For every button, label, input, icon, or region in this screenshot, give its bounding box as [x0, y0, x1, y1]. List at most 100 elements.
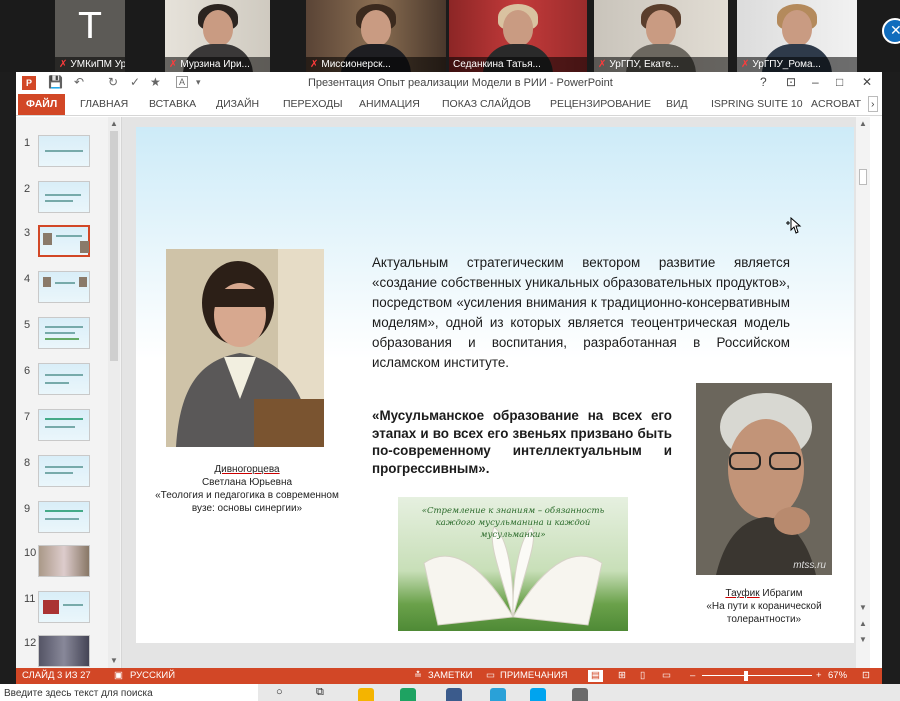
comments-icon[interactable]: ▭: [486, 668, 495, 684]
notes-button[interactable]: ЗАМЕТКИ: [428, 668, 473, 684]
save-icon[interactable]: 💾: [48, 75, 63, 89]
language-indicator[interactable]: РУССКИЙ: [130, 668, 175, 684]
tab-animation[interactable]: АНИМАЦИЯ: [359, 94, 420, 115]
participant-name: Седанкина Татья...: [453, 59, 541, 70]
slide-scrollbar[interactable]: ▲ ▼ ▲ ▼: [856, 117, 870, 668]
participant-name: УрГПУ, Екате...: [609, 59, 680, 70]
zoom-in-button[interactable]: +: [816, 668, 822, 684]
tab-file[interactable]: ФАЙЛ: [18, 94, 66, 115]
scroll-down-icon[interactable]: ▼: [859, 603, 867, 612]
fit-slide-icon[interactable]: ⊡: [862, 668, 870, 684]
slide-thumbnails: 1 2 3 4 5 6 7 8 9 10 11 12 ▲ ▼: [16, 117, 122, 668]
thumbnails-scrollbar[interactable]: ▲ ▼: [108, 117, 120, 668]
scrollbar-thumb[interactable]: [859, 169, 867, 185]
video-strip: T ✗УМКиПМ УрГ... ✗Мурзина Ири... ✗Миссио…: [0, 0, 900, 72]
telegram-icon[interactable]: [490, 688, 506, 701]
participant-tile-6[interactable]: ✗ УрГПУ_Рома...: [737, 0, 857, 72]
thumbnail-slide-6[interactable]: 6: [16, 363, 116, 403]
thumbnail-slide-9[interactable]: 9: [16, 501, 116, 541]
powerpoint-window: P 💾 ↶ ↻ ✓ ★ A ▾ Презентация Опыт реализа…: [16, 72, 882, 684]
customize-toolbar-icon[interactable]: ▾: [196, 77, 201, 88]
scroll-down-icon[interactable]: ▼: [110, 656, 118, 665]
thumbnail-slide-3[interactable]: 3: [16, 225, 116, 265]
left-caption-name: Светлана Юрьевна: [201, 477, 293, 488]
tab-slideshow[interactable]: ПОКАЗ СЛАЙДОВ: [442, 94, 531, 115]
current-slide[interactable]: Дивногорцева Светлана Юрьевна «Теология …: [136, 127, 854, 643]
thumbnail-slide-10[interactable]: 10: [16, 545, 116, 585]
thumbnail-slide-2[interactable]: 2: [16, 181, 116, 221]
scroll-up-icon[interactable]: ▲: [110, 119, 118, 128]
thumbnail-slide-4[interactable]: 4: [16, 271, 116, 311]
maximize-icon[interactable]: □: [836, 75, 843, 89]
thumbnail-slide-12[interactable]: 12: [16, 635, 116, 668]
reading-view-icon[interactable]: ▯: [640, 668, 645, 684]
tab-acrobat[interactable]: ACROBAT: [811, 94, 861, 115]
mic-off-icon: ✗: [598, 59, 607, 70]
participant-avatar: T: [79, 6, 101, 47]
tab-insert[interactable]: ВСТАВКА: [149, 94, 196, 115]
tab-home[interactable]: ГЛАВНАЯ: [80, 94, 128, 115]
slide-editor: Дивногорцева Светлана Юрьевна «Теология …: [122, 117, 870, 668]
notes-icon[interactable]: ≛: [414, 668, 422, 684]
zoom-slider-handle[interactable]: [744, 671, 748, 681]
participant-face: [646, 10, 676, 46]
tab-ispring[interactable]: ISPRING SUITE 10: [711, 94, 803, 115]
ribbon-display-icon[interactable]: ⊡: [786, 75, 796, 89]
tab-transitions[interactable]: ПЕРЕХОДЫ: [283, 94, 343, 115]
normal-view-icon[interactable]: ▤: [588, 670, 603, 682]
quote-paragraph: «Мусульманское образование на всех его э…: [372, 408, 672, 476]
participant-tile-3[interactable]: ✗ Миссионерск...: [306, 0, 446, 72]
thumbnail-slide-5[interactable]: 5: [16, 317, 116, 357]
scroll-up-icon[interactable]: ▲: [859, 119, 867, 128]
thumbnail-slide-7[interactable]: 7: [16, 409, 116, 449]
screen: T ✗УМКиПМ УрГ... ✗Мурзина Ири... ✗Миссио…: [0, 0, 900, 701]
previous-slide-icon[interactable]: ▲: [859, 619, 867, 628]
right-caption-surname: Тауфик: [725, 588, 760, 599]
redo-icon[interactable]: ↻: [108, 75, 118, 89]
search-icon[interactable]: ○: [276, 686, 283, 698]
next-slide-icon[interactable]: ▼: [859, 635, 867, 644]
ribbon-tabs: ФАЙЛ ГЛАВНАЯ ВСТАВКА ДИЗАЙН ПЕРЕХОДЫ АНИ…: [16, 94, 882, 116]
participant-tile-1[interactable]: T ✗УМКиПМ УрГ...: [55, 0, 125, 72]
app-icon[interactable]: [572, 688, 588, 701]
font-size-icon[interactable]: A: [176, 76, 189, 88]
watermark: mtss.ru: [793, 560, 826, 571]
spelling-icon[interactable]: ✓: [130, 75, 140, 89]
woman-photo-icon: [166, 249, 324, 447]
zoom-level[interactable]: 67%: [828, 668, 847, 684]
participant-tile-4[interactable]: Седанкина Татья...: [449, 0, 587, 72]
minimize-icon[interactable]: –: [812, 75, 819, 89]
tab-view[interactable]: ВИД: [666, 94, 688, 115]
participant-face: [503, 10, 533, 46]
slide-sorter-icon[interactable]: ⊞: [618, 668, 626, 684]
help-icon[interactable]: ?: [760, 75, 767, 89]
thumbnail-slide-11[interactable]: 11: [16, 591, 116, 631]
spellcheck-icon[interactable]: ▣: [114, 668, 123, 684]
more-tabs-icon[interactable]: ›: [868, 96, 878, 112]
tab-review[interactable]: РЕЦЕНЗИРОВАНИЕ: [550, 94, 651, 115]
store-icon[interactable]: [446, 688, 462, 701]
scrollbar-thumb[interactable]: [110, 131, 118, 361]
file-explorer-icon[interactable]: [358, 688, 374, 701]
book-quote: «Стремление к знаниям – обязанность кажд…: [421, 506, 605, 540]
skype-icon[interactable]: [530, 688, 546, 701]
zoom-out-button[interactable]: –: [690, 668, 695, 684]
close-video-strip-button[interactable]: ✕: [882, 18, 900, 44]
zoom-slider[interactable]: [702, 675, 812, 676]
participant-name: Мурзина Ири...: [180, 59, 250, 70]
edge-icon[interactable]: [400, 688, 416, 701]
star-icon[interactable]: ★: [150, 75, 161, 89]
participant-tile-2[interactable]: ✗ Мурзина Ири...: [165, 0, 270, 72]
thumbnail-slide-8[interactable]: 8: [16, 455, 116, 495]
participant-tile-5[interactable]: ✗ УрГПУ, Екате...: [594, 0, 728, 72]
comments-button[interactable]: ПРИМЕЧАНИЯ: [500, 668, 567, 684]
slideshow-icon[interactable]: ▭: [662, 668, 671, 684]
close-icon[interactable]: ✕: [862, 75, 872, 89]
right-caption: Тауфик Ибрагим «На пути к коранической т…: [676, 587, 852, 626]
undo-icon[interactable]: ↶: [74, 75, 84, 89]
taskbar-search[interactable]: Введите здесь текст для поиска: [0, 684, 258, 701]
task-view-icon[interactable]: ⧉: [316, 686, 324, 699]
thumbnail-slide-1[interactable]: 1: [16, 135, 116, 175]
tab-design[interactable]: ДИЗАЙН: [216, 94, 259, 115]
mic-off-icon: ✗: [169, 59, 178, 70]
